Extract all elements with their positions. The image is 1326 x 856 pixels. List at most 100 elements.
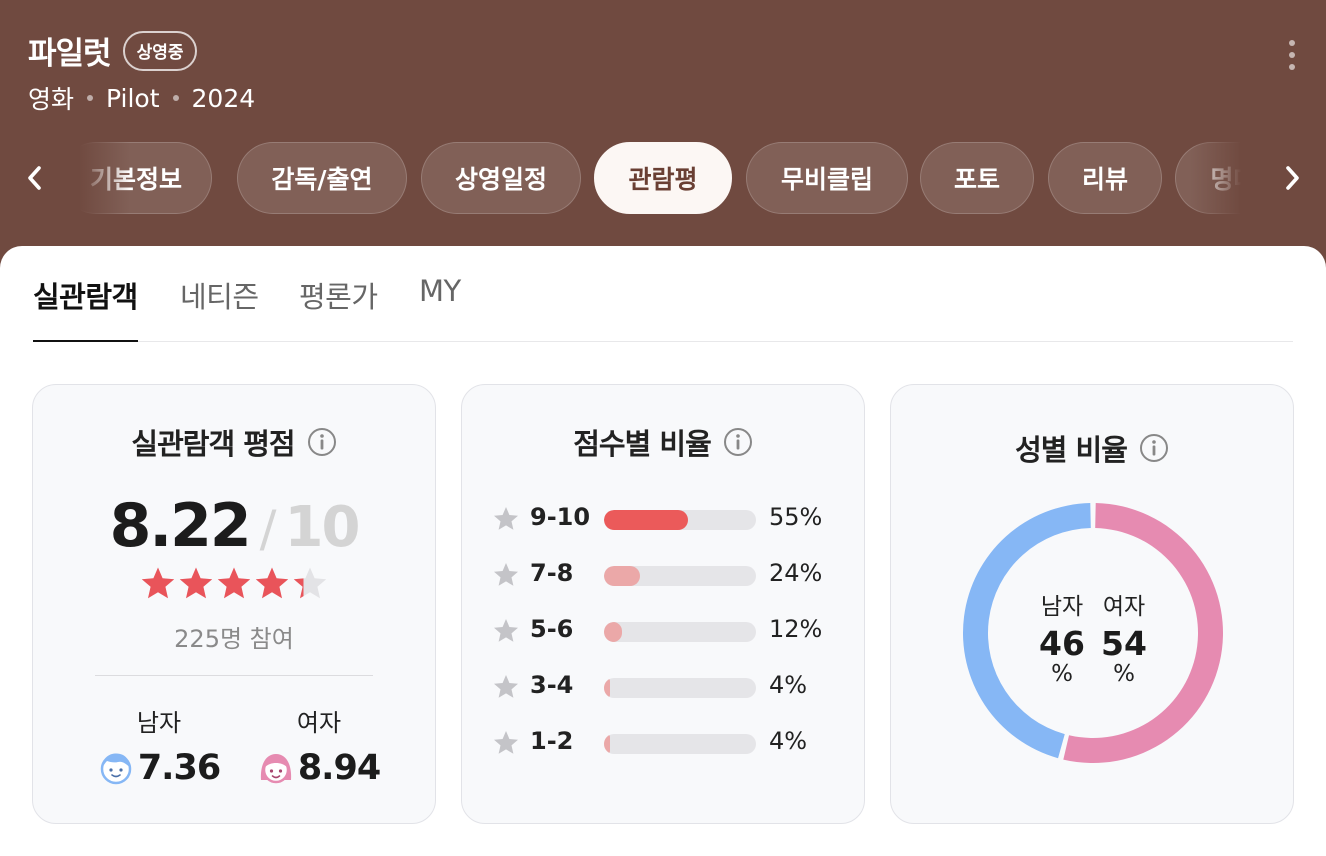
star-rating [33, 565, 435, 601]
participant-count: 225명 참여 [174, 625, 294, 653]
score-range-label: 9-10 [530, 503, 591, 531]
gender-card-title: 성별 비율 [891, 427, 1293, 469]
ratio-bar-track [604, 678, 756, 698]
star-icon [494, 507, 518, 530]
meta-type: 영화 [28, 85, 75, 114]
score-range-label: 1-2 [530, 727, 574, 755]
star-icon [494, 619, 518, 642]
info-icon[interactable] [1139, 433, 1169, 463]
meta-year: 2024 [191, 83, 256, 113]
distribution-title-text: 점수별 비율 [573, 427, 711, 461]
tab-showtimes[interactable]: 상영일정 [421, 142, 581, 214]
ratio-percent: 12% [769, 615, 823, 643]
tabs-fade-right [1190, 142, 1250, 214]
female-score-block: 여자 8.94 [249, 703, 389, 788]
tabs-fade-left [70, 142, 130, 214]
rating-card: 실관람객 평점 8.22 / 10 225명 참여 남자 7.36 여자 8.9… [32, 384, 436, 824]
female-ratio-label: 여자 [1102, 594, 1146, 620]
distribution-row: 7-8 24% [492, 555, 842, 595]
movie-meta: 영화 Pilot 2024 [28, 80, 255, 116]
divider [95, 675, 373, 676]
ratio-bar-fill [604, 510, 688, 530]
movie-header: 파일럿 상영중 영화 Pilot 2024 기본정보 감독/출연 상영일정 관람평 무비… [0, 0, 1326, 280]
distribution-row: 9-10 55% [492, 499, 842, 539]
info-icon[interactable] [307, 427, 337, 457]
ratio-percent: 55% [769, 503, 823, 531]
ratio-bar-track [604, 510, 756, 530]
female-ratio-unit: % [1113, 661, 1135, 687]
ratio-bar-fill [604, 734, 611, 754]
male-avatar-icon [100, 753, 132, 785]
movie-title: 파일럿 [28, 36, 112, 72]
score-range-label: 5-6 [530, 615, 574, 643]
gender-card: 성별 비율 남자 46 % 여자 54 % [890, 384, 1294, 824]
female-avatar-icon [260, 754, 291, 784]
ratio-percent: 4% [769, 671, 808, 699]
distribution-card: 점수별 비율 9-10 55% 7-8 24% 5-6 12% 3-4 4% 1-2 4% [461, 384, 865, 824]
ratio-bar-track [604, 734, 756, 754]
score-range-label: 3-4 [530, 671, 574, 699]
star-icon [255, 567, 289, 599]
star-icon [293, 567, 327, 599]
subtab-netizen[interactable]: 네티즌 [180, 270, 259, 342]
distribution-row: 5-6 12% [492, 611, 842, 651]
distribution-row: 3-4 4% [492, 667, 842, 707]
ratio-bar-fill [604, 678, 611, 698]
title-row: 파일럿 상영중 [28, 28, 198, 73]
star-icon [494, 675, 518, 698]
female-score: 8.94 [297, 748, 381, 788]
ratio-bar-track [604, 566, 756, 586]
male-ratio-value: 46 [1039, 624, 1085, 663]
tab-movie-clips[interactable]: 무비클립 [746, 142, 908, 214]
meta-separator [172, 95, 179, 101]
audience-tabs: 실관람객 네티즌 평론가 MY [33, 270, 1293, 342]
male-score: 7.36 [137, 748, 221, 788]
female-label: 여자 [296, 709, 342, 737]
score-slash: / [259, 500, 277, 558]
star-icon [217, 567, 251, 599]
star-icon [494, 731, 518, 754]
gender-ratio-labels: 남자 46 % 여자 54 % [963, 587, 1223, 687]
max-score: 10 [284, 495, 360, 560]
subtab-critic[interactable]: 평론가 [299, 270, 378, 342]
meta-original-title: Pilot [106, 83, 160, 113]
male-score-block: 남자 7.36 [89, 703, 229, 788]
gender-title-text: 성별 비율 [1015, 433, 1128, 467]
male-ratio-unit: % [1051, 661, 1073, 687]
subtab-audience[interactable]: 실관람객 [33, 270, 138, 342]
subtab-my[interactable]: MY [419, 270, 461, 342]
ratio-percent: 24% [769, 559, 823, 587]
tab-reviews[interactable]: 관람평 [594, 142, 732, 214]
male-ratio-label: 남자 [1040, 594, 1084, 620]
score-row: 8.22 / 10 [33, 491, 435, 561]
section-tabs: 기본정보감독/출연상영일정관람평무비클립포토리뷰명대사 [0, 142, 1326, 214]
star-icon [141, 567, 175, 599]
meta-separator [87, 95, 94, 101]
rating-title-text: 실관람객 평점 [131, 427, 295, 461]
star-icon [494, 563, 518, 586]
tab-photos[interactable]: 포토 [920, 142, 1034, 214]
distribution-card-title: 점수별 비율 [462, 421, 864, 463]
status-badge: 상영중 [122, 30, 198, 71]
more-vertical-icon[interactable] [1288, 40, 1296, 70]
ratio-bar-fill [604, 566, 641, 586]
ratio-bar-fill [604, 622, 623, 642]
review-sheet: 실관람객 네티즌 평론가 MY 실관람객 평점 8.22 / 10 225명 참… [0, 246, 1326, 856]
star-icon [179, 567, 213, 599]
info-icon[interactable] [723, 427, 753, 457]
average-score: 8.22 [109, 491, 252, 561]
male-ratio: 남자 46 % [1031, 587, 1093, 687]
tab-blog-reviews[interactable]: 리뷰 [1048, 142, 1162, 214]
distribution-row: 1-2 4% [492, 723, 842, 763]
female-score-row: 8.94 [249, 748, 389, 788]
tab-cast[interactable]: 감독/출연 [237, 142, 407, 214]
rating-card-title: 실관람객 평점 [33, 421, 435, 463]
chevron-right-icon[interactable] [1270, 156, 1314, 200]
ratio-percent: 4% [769, 727, 808, 755]
chevron-left-icon[interactable] [13, 156, 57, 200]
male-label: 남자 [136, 709, 182, 737]
male-score-row: 7.36 [89, 748, 229, 788]
ratio-bar-track [604, 622, 756, 642]
score-range-label: 7-8 [530, 559, 574, 587]
tabs-scroll: 기본정보감독/출연상영일정관람평무비클립포토리뷰명대사 [70, 142, 1250, 214]
